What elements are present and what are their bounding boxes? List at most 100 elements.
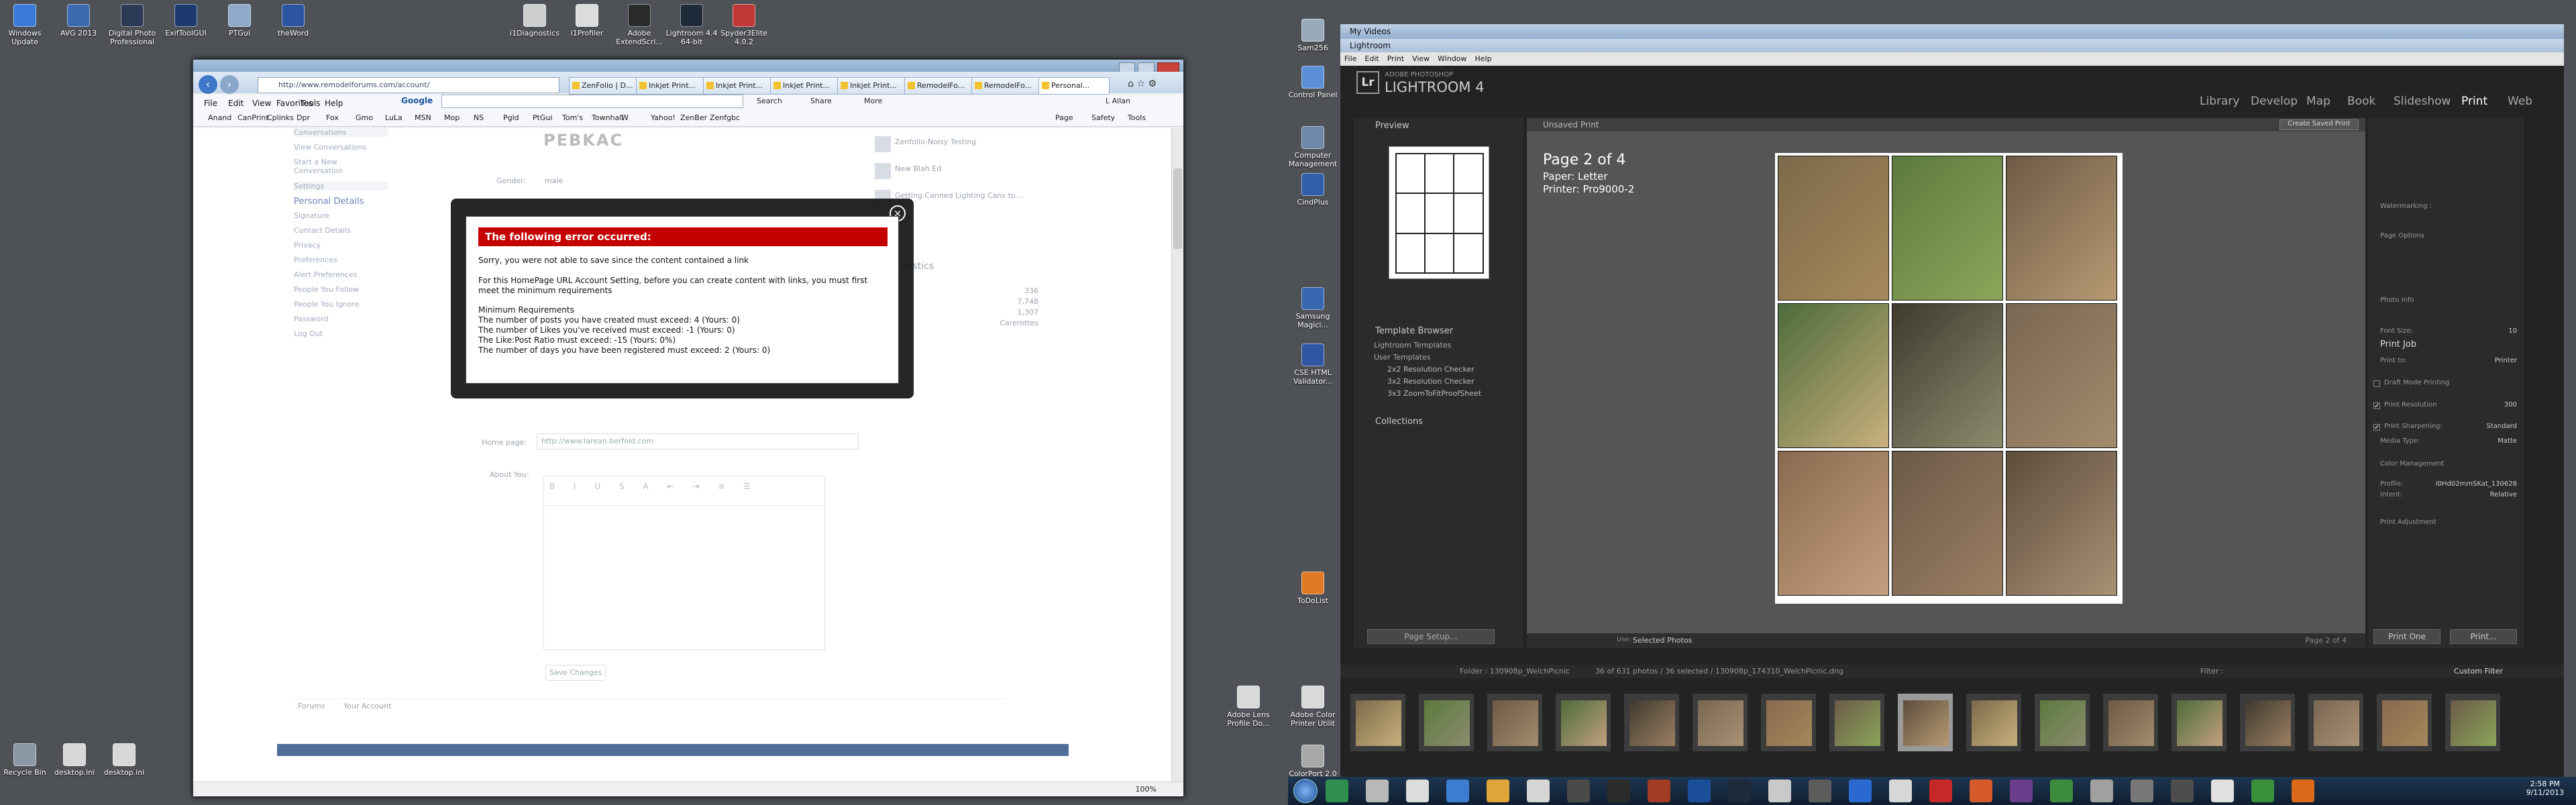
panel-section-label[interactable]: Print Adjustment xyxy=(2380,519,2436,526)
print-photo[interactable] xyxy=(1778,303,1889,448)
favorite-link[interactable]: Anand xyxy=(208,113,231,122)
panel-section-label[interactable]: Print Sharpening: xyxy=(2384,423,2443,430)
print-photo[interactable] xyxy=(1892,156,2003,301)
taskbar-app-icon[interactable] xyxy=(1849,780,1872,802)
homepage-input[interactable]: http://www.larean.berfold.com xyxy=(537,433,859,449)
menu-item[interactable]: View xyxy=(252,99,271,108)
taskbar-app-icon[interactable] xyxy=(1970,780,1992,802)
filmstrip-thumb[interactable] xyxy=(1418,693,1474,752)
toolbar-more-button[interactable]: More xyxy=(864,97,882,105)
menu-item[interactable]: File xyxy=(204,99,217,108)
template-item[interactable]: 3x3 ZoomToFitProofSheet xyxy=(1387,389,1481,398)
checkbox[interactable] xyxy=(2373,380,2380,387)
desktop-icon[interactable]: Sam256 xyxy=(1283,19,1343,52)
browser-tab[interactable]: RemodelFo... xyxy=(904,77,975,95)
taskbar-app-icon[interactable] xyxy=(2211,780,2234,802)
collections-header[interactable]: Collections xyxy=(1375,417,1423,427)
desktop-icon[interactable]: i1Profiler xyxy=(557,4,617,38)
panel-section-label[interactable]: Print to: xyxy=(2380,357,2407,364)
taskbar-app-icon[interactable] xyxy=(1648,780,1670,802)
browser-tab[interactable]: ZenFolio | D... xyxy=(569,77,640,95)
filmstrip-thumb[interactable] xyxy=(1829,693,1885,752)
desktop-icon[interactable]: ExifToolGUI xyxy=(156,4,216,38)
vertical-scrollbar[interactable] xyxy=(1171,128,1183,786)
module-tab[interactable]: Book xyxy=(2347,95,2375,108)
sidebar-link[interactable]: Log Out xyxy=(294,329,388,338)
taskbar-app-icon[interactable] xyxy=(2171,780,2194,802)
print-photo[interactable] xyxy=(1778,451,1889,596)
clock[interactable]: 2:58 PM 9/11/2013 xyxy=(2526,780,2564,797)
command-button[interactable]: Safety xyxy=(1091,113,1115,122)
menu-item[interactable]: Tools xyxy=(301,99,321,108)
template-item[interactable]: 2x2 Resolution Checker xyxy=(1387,365,1474,374)
desktop-icon[interactable]: Control Panel xyxy=(1283,66,1343,99)
desktop-icon[interactable]: Computer Management xyxy=(1283,126,1343,168)
panel-section-label[interactable]: Print Job xyxy=(2380,339,2416,350)
favorite-link[interactable]: Townhall xyxy=(592,113,623,122)
panel-section-label[interactable]: Intent: xyxy=(2380,491,2402,498)
panel-section-label[interactable]: Draft Mode Printing xyxy=(2384,379,2449,386)
menu-item[interactable]: View xyxy=(1412,54,1430,63)
taskbar-app-icon[interactable] xyxy=(2251,780,2274,802)
desktop-icon[interactable]: ColorPort 2.0 xyxy=(1283,745,1343,778)
panel-value[interactable]: 300 xyxy=(2504,401,2517,409)
favorite-link[interactable]: ZenBer xyxy=(680,113,707,122)
favorite-link[interactable]: CanPrint xyxy=(237,113,269,122)
taskbar-app-icon[interactable] xyxy=(1366,780,1389,802)
forward-button[interactable]: › xyxy=(220,75,239,94)
panel-value[interactable]: Relative xyxy=(2490,491,2517,498)
browser-tab[interactable]: RemodelFo... xyxy=(971,77,1042,95)
sidebar-link[interactable]: Preferences xyxy=(294,256,388,264)
menu-item[interactable]: Help xyxy=(325,99,343,108)
module-tab[interactable]: Slideshow xyxy=(2394,95,2451,108)
preview-header[interactable]: Preview xyxy=(1375,121,1409,131)
message-link[interactable]: Getting Canned Lighting Cans to... xyxy=(895,191,1022,200)
filmstrip-thumb[interactable] xyxy=(2034,693,2090,752)
favorite-link[interactable]: NS xyxy=(474,113,484,122)
print-one-button[interactable]: Print One xyxy=(2373,629,2440,644)
favorite-link[interactable]: LuLa xyxy=(385,113,402,122)
panel-section-label[interactable]: Watermarking : xyxy=(2380,203,2432,210)
desktop-icon[interactable]: desktop.ini xyxy=(94,743,154,777)
filmstrip-thumb[interactable] xyxy=(1487,693,1543,752)
print-photo[interactable] xyxy=(2006,156,2117,301)
filmstrip-thumb[interactable] xyxy=(2445,693,2501,752)
sidebar-link[interactable]: Start a New Conversation xyxy=(294,158,388,175)
signed-in-user[interactable]: L Allan xyxy=(1106,97,1130,105)
template-item[interactable]: 3x2 Resolution Checker xyxy=(1387,377,1474,386)
favorite-link[interactable]: Cplinks xyxy=(267,113,294,122)
print-photo[interactable] xyxy=(1892,303,2003,448)
taskbar-app-icon[interactable] xyxy=(2010,780,2033,802)
desktop-icon[interactable]: Spyder3Elite 4.0.2 xyxy=(714,4,774,46)
desktop-icon[interactable]: ToDoList xyxy=(1283,572,1343,605)
sidebar-link[interactable]: People You Follow xyxy=(294,285,388,294)
favorite-link[interactable]: Gmo xyxy=(356,113,373,122)
save-changes-button[interactable]: Save Changes xyxy=(545,665,606,681)
taskbar-app-icon[interactable] xyxy=(2292,780,2314,802)
about-editor[interactable]: B I U S A ⇤ ⇥ ≡ ☰ xyxy=(543,476,825,650)
checkbox[interactable]: ✓ xyxy=(2373,402,2380,410)
sidebar-link[interactable]: Settings xyxy=(294,182,388,191)
back-button[interactable]: ‹ xyxy=(199,75,217,94)
print-photo[interactable] xyxy=(1778,156,1889,301)
print-photo[interactable] xyxy=(2006,303,2117,448)
gender-value[interactable]: male xyxy=(545,176,563,185)
panel-section-label[interactable]: Media Type: xyxy=(2380,437,2420,445)
zoom-level[interactable]: 100% xyxy=(1136,785,1157,794)
create-saved-print-button[interactable]: Create Saved Print xyxy=(2279,119,2359,130)
sidebar-link[interactable]: View Conversations xyxy=(294,143,388,152)
message-link[interactable]: Zenfolio-Noisy Testing xyxy=(895,138,976,146)
module-tab[interactable]: Print xyxy=(2461,95,2487,108)
filmstrip-thumb[interactable] xyxy=(1692,693,1748,752)
footer-link-account[interactable]: Your Account xyxy=(343,702,391,710)
print-button[interactable]: Print... xyxy=(2450,629,2517,644)
taskbar-app-icon[interactable] xyxy=(1728,780,1751,802)
toolbar-share-button[interactable]: Share xyxy=(810,97,832,105)
taskbar-app-icon[interactable] xyxy=(1446,780,1469,802)
command-button[interactable]: Tools xyxy=(1128,113,1146,122)
taskbar-app-icon[interactable] xyxy=(1889,780,1912,802)
module-tab[interactable]: Web xyxy=(2508,95,2532,108)
favorite-link[interactable]: MSN xyxy=(415,113,431,122)
panel-section-label[interactable]: Color Management xyxy=(2380,460,2444,468)
panel-value[interactable]: i0Hd02mmSKat_130628 xyxy=(2436,480,2517,488)
